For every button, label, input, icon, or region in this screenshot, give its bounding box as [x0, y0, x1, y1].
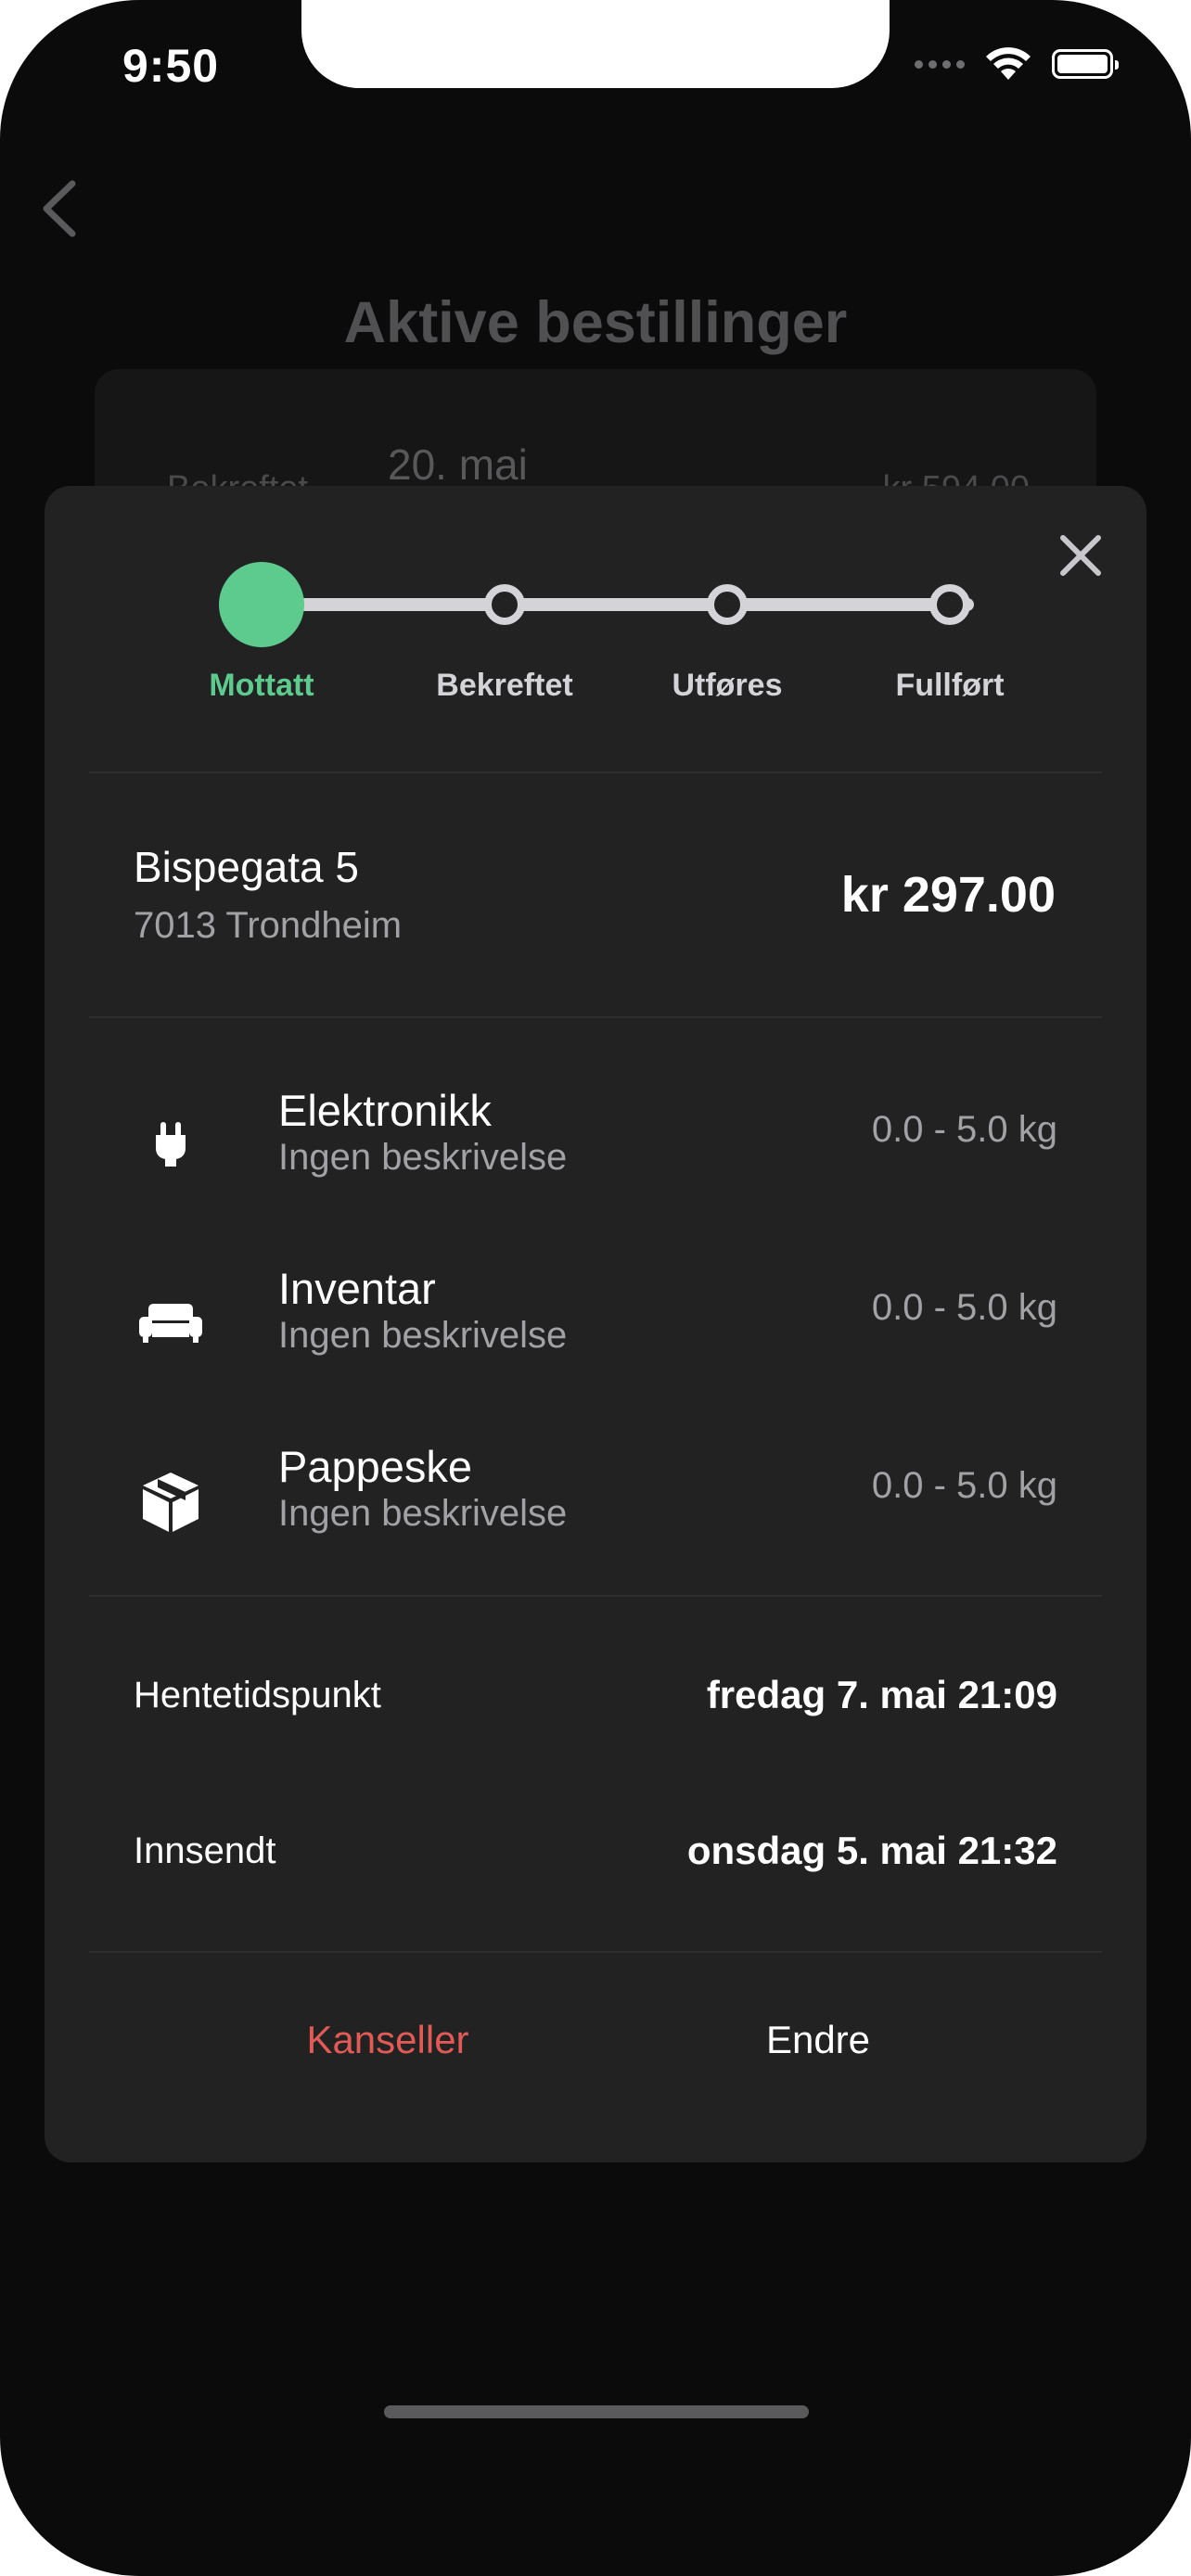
- item-description: Ingen beskrivelse: [278, 1493, 568, 1534]
- list-item: Elektronikk Ingen beskrivelse 0.0 - 5.0 …: [45, 1085, 1146, 1215]
- edit-button[interactable]: Endre: [660, 2018, 976, 2062]
- step-label-confirmed: Bekreftet: [436, 668, 573, 703]
- order-progress: Mottatt Bekreftet Utføres Fullført: [45, 486, 1146, 764]
- list-item: Pappeske Ingen beskrivelse 0.0 - 5.0 kg: [45, 1441, 1146, 1571]
- step-node-in-progress: [707, 584, 748, 625]
- pickup-time-label: Hentetidspunkt: [134, 1675, 381, 1715]
- item-description: Ingen beskrivelse: [278, 1137, 568, 1178]
- box-icon: [134, 1463, 208, 1537]
- item-weight: 0.0 - 5.0 kg: [871, 1287, 1057, 1328]
- wifi-icon: [986, 47, 1031, 80]
- submitted-label: Innsendt: [134, 1830, 276, 1871]
- divider: [89, 1595, 1102, 1597]
- order-date: 20. mai: [388, 440, 528, 489]
- step-node-received: [219, 562, 304, 647]
- home-indicator[interactable]: [384, 2405, 809, 2418]
- cellular-signal-icon: [915, 59, 965, 69]
- item-weight: 0.0 - 5.0 kg: [871, 1109, 1057, 1150]
- step-node-completed: [929, 584, 970, 625]
- order-total: kr 297.00: [840, 867, 1056, 923]
- address-street: Bispegata 5: [134, 843, 359, 891]
- back-button[interactable]: [37, 176, 83, 241]
- divider: [89, 772, 1102, 773]
- plug-icon: [134, 1107, 208, 1181]
- item-description: Ingen beskrivelse: [278, 1315, 568, 1356]
- battery-icon: [1052, 49, 1119, 79]
- step-label-completed: Fullført: [895, 668, 1005, 703]
- divider: [89, 1016, 1102, 1018]
- submitted-value: onsdag 5. mai 21:32: [686, 1829, 1057, 1872]
- step-label-in-progress: Utføres: [672, 668, 783, 703]
- address-city: 7013 Trondheim: [134, 905, 403, 946]
- order-detail-modal: Mottatt Bekreftet Utføres Fullført Bispe…: [45, 486, 1146, 2162]
- phone-screen: 9:50 Aktive bestillinger Bekreftet 20. m…: [0, 0, 1191, 2576]
- item-weight: 0.0 - 5.0 kg: [871, 1465, 1057, 1506]
- page-title: Aktive bestillinger: [343, 290, 848, 355]
- chevron-left-icon: [43, 180, 76, 237]
- status-time: 9:50: [122, 40, 220, 92]
- status-icons: [915, 46, 1119, 82]
- item-name: Inventar: [278, 1264, 436, 1313]
- sofa-icon: [134, 1285, 208, 1359]
- step-node-confirmed: [484, 584, 525, 625]
- divider: [89, 1951, 1102, 1953]
- notch: [301, 0, 890, 88]
- item-name: Elektronikk: [278, 1086, 492, 1135]
- pickup-time-value: fredag 7. mai 21:09: [706, 1673, 1057, 1716]
- list-item: Inventar Ingen beskrivelse 0.0 - 5.0 kg: [45, 1263, 1146, 1393]
- progress-track: [260, 598, 974, 611]
- item-name: Pappeske: [278, 1442, 473, 1491]
- cancel-button[interactable]: Kanseller: [230, 2018, 545, 2062]
- step-label-received: Mottatt: [209, 668, 314, 703]
